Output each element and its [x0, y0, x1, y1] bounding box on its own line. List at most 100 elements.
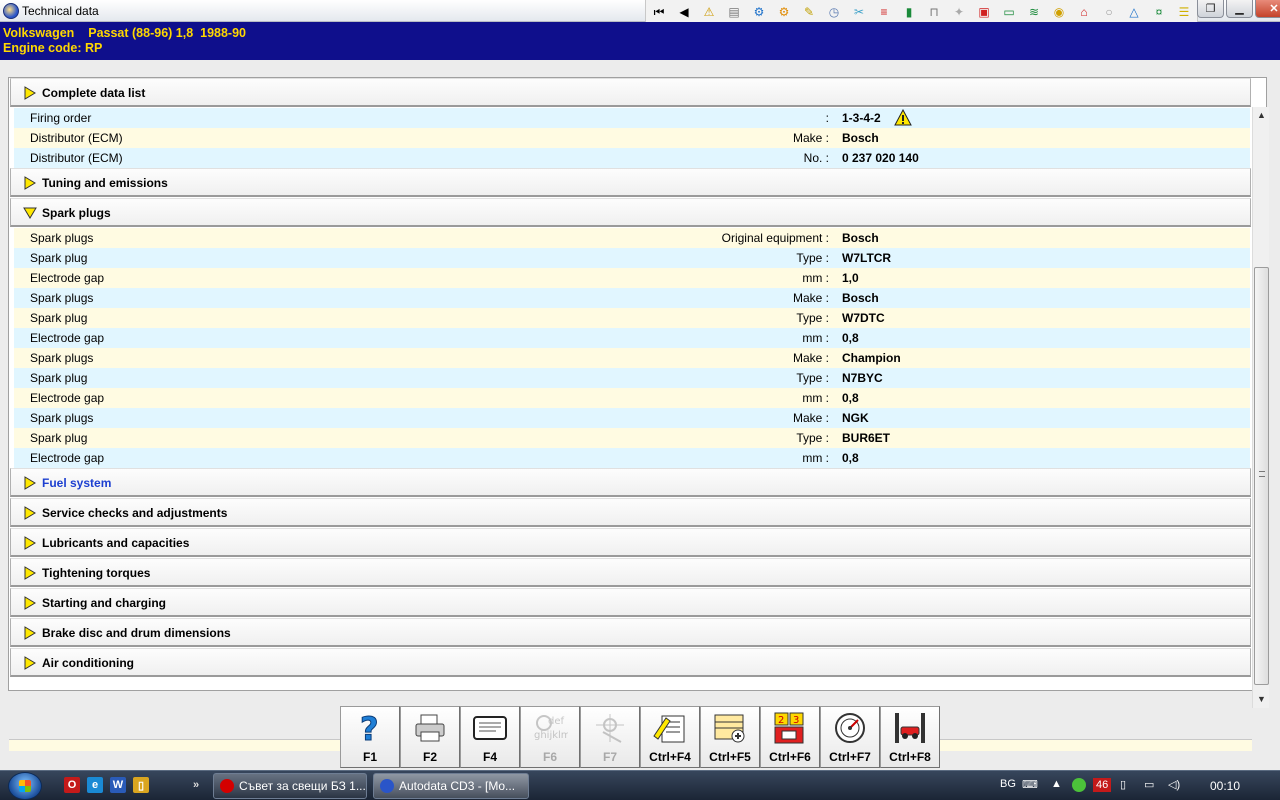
section-tightening-torques[interactable]: Tightening torques	[10, 558, 1251, 587]
autodata-app-icon	[3, 3, 19, 19]
toolbar-button-spark-plug[interactable]: ✦	[947, 1, 971, 23]
gear-icon: ⚙	[778, 5, 790, 19]
scroll-up-arrow-icon[interactable]: ▲	[1253, 107, 1270, 124]
show-hidden-icons-icon[interactable]: ▲	[1051, 778, 1062, 790]
calendar-car-icon: 23	[772, 710, 808, 746]
section-starting-charging[interactable]: Starting and charging	[10, 588, 1251, 617]
tyres-button[interactable]: Ctrl+F7	[820, 706, 880, 768]
toolbar-button-car-service[interactable]: ⌂	[1072, 1, 1096, 23]
section-label: Spark plugs	[42, 206, 111, 220]
data-panel: Complete data list Firing order:1-3-4-2 D…	[8, 77, 1267, 691]
toolbar-button-money[interactable]: ¤	[1147, 1, 1171, 23]
keyboard-icon[interactable]: ⌨	[1022, 778, 1038, 791]
toolbar-button-belt[interactable]: ≡	[872, 1, 896, 23]
section-complete-data-list[interactable]: Complete data list	[10, 78, 1251, 107]
toolbar-button-page[interactable]: ▤	[722, 1, 746, 23]
notes-button[interactable]: Ctrl+F4	[640, 706, 700, 768]
opera-icon	[220, 779, 234, 793]
opera-launch-icon[interactable]: O	[64, 777, 80, 793]
clock[interactable]: 00:10	[1210, 779, 1240, 793]
toolbar-button-tyre[interactable]: ○	[1097, 1, 1121, 23]
security-icon[interactable]	[1072, 778, 1086, 792]
section-fuel-system[interactable]: Fuel system	[10, 468, 1251, 497]
toolbar-button-lift[interactable]: ⊓	[922, 1, 946, 23]
toolbar-button-clock[interactable]: ◷	[822, 1, 846, 23]
toolbar-button-battery[interactable]: ▮	[897, 1, 921, 23]
toolbar-button-wrench[interactable]: ✎	[797, 1, 821, 23]
section-lubricants[interactable]: Lubricants and capacities	[10, 528, 1251, 557]
print-button[interactable]: F2	[400, 706, 460, 768]
section-label: Complete data list	[42, 86, 146, 100]
vertical-scrollbar[interactable]: ▲ ▼	[1252, 107, 1269, 708]
help-button[interactable]: ? F1	[340, 706, 400, 768]
internet-explorer-icon[interactable]: e	[87, 777, 103, 793]
arrow-right-icon	[24, 476, 36, 490]
row-value: NGK	[842, 411, 869, 425]
section-service-checks[interactable]: Service checks and adjustments	[10, 498, 1251, 527]
row-unit: Type :	[796, 371, 829, 385]
service-schedule-button[interactable]: Ctrl+F5	[700, 706, 760, 768]
windows-taskbar: Oe W ▯ » Съвет за свещи БЗ 1... Autodata C…	[0, 770, 1280, 800]
toolbar-button-previous[interactable]: ◀	[672, 1, 696, 23]
page-icon: ▤	[728, 5, 740, 19]
compass-icon	[592, 710, 628, 746]
toolbar-button-airbag[interactable]: △	[1122, 1, 1146, 23]
diagnostics-icon: ▣	[978, 5, 990, 19]
section-tuning-emissions[interactable]: Tuning and emissions	[10, 168, 1251, 197]
warning-triangle-icon[interactable]	[894, 109, 912, 127]
word-icon[interactable]: W	[110, 777, 126, 793]
section-brake-dimensions[interactable]: Brake disc and drum dimensions	[10, 618, 1251, 647]
language-indicator[interactable]: BG	[1000, 778, 1016, 790]
folder-icon[interactable]: ▯	[133, 777, 149, 793]
preview-button[interactable]: F4	[460, 706, 520, 768]
notification-badge[interactable]: 46	[1093, 778, 1112, 792]
scroll-down-arrow-icon[interactable]: ▼	[1253, 691, 1270, 708]
taskbar-autodata[interactable]: Autodata CD3 - [Mo...	[373, 773, 529, 799]
toolbar-button-tools[interactable]: ✂	[847, 1, 871, 23]
arrow-right-icon	[24, 176, 36, 190]
section-air-conditioning[interactable]: Air conditioning	[10, 648, 1251, 677]
row-name: Spark plug	[30, 431, 88, 445]
row-unit: Make :	[792, 291, 829, 305]
restore-button[interactable]: ❐	[1197, 0, 1224, 18]
toolbar-button-warning-triangle[interactable]: ⚠	[697, 1, 721, 23]
money-icon: ¤	[1155, 5, 1163, 19]
toolbar-button-notes[interactable]: ☰	[1172, 1, 1196, 23]
device-icon[interactable]: ▯	[1120, 778, 1126, 791]
network-icon[interactable]: ▭	[1144, 778, 1154, 791]
section-spark-plugs[interactable]: Spark plugs	[10, 198, 1251, 227]
row-name: Spark plug	[30, 311, 88, 325]
question-mark-icon: ?	[352, 710, 388, 746]
toolbar-button-diagnostics[interactable]: ▣	[972, 1, 996, 23]
data-row: Spark plug Type : BUR6ET	[14, 428, 1250, 448]
diagram-button[interactable]: F7	[580, 706, 640, 768]
row-unit: Make :	[792, 351, 829, 365]
dictionary-button[interactable]: def ghijklm F6	[520, 706, 580, 768]
row-name: Electrode gap	[30, 451, 105, 465]
toolbar-button-first-page[interactable]: ⏮	[647, 1, 671, 23]
repair-times-button[interactable]: 23 Ctrl+F6	[760, 706, 820, 768]
volume-icon[interactable]: ◁)	[1168, 778, 1180, 791]
start-button[interactable]	[8, 772, 42, 800]
wrench-icon: ✎	[803, 5, 815, 19]
toolbar-button-coolant[interactable]: ≋	[1022, 1, 1046, 23]
data-row: Spark plugs Make : NGK	[14, 408, 1250, 428]
row-name: Spark plugs	[30, 351, 94, 365]
section-label: Tightening torques	[42, 566, 151, 580]
toolbar-button-gear[interactable]: ⚙	[772, 1, 796, 23]
toolbar-button-dashboard[interactable]: ▭	[997, 1, 1021, 23]
toolbar-button-engine[interactable]: ⚙	[747, 1, 771, 23]
lifting-points-button[interactable]: Ctrl+F8	[880, 706, 940, 768]
airbag-icon: △	[1129, 5, 1139, 19]
car-service-icon: ⌂	[1080, 5, 1088, 19]
close-button[interactable]: ✕	[1255, 0, 1280, 18]
section-label: Fuel system	[42, 476, 112, 490]
scroll-thumb[interactable]	[1254, 267, 1269, 685]
taskbar-opera[interactable]: Съвет за свещи БЗ 1...	[213, 773, 367, 799]
minimize-button[interactable]: ▁	[1226, 0, 1253, 18]
battery-icon: ▮	[905, 5, 913, 19]
quick-launch-more[interactable]: »	[188, 777, 204, 793]
row-name: Spark plug	[30, 251, 88, 265]
section-label: Air conditioning	[42, 656, 134, 670]
toolbar-button-emissions[interactable]: ◉	[1047, 1, 1071, 23]
